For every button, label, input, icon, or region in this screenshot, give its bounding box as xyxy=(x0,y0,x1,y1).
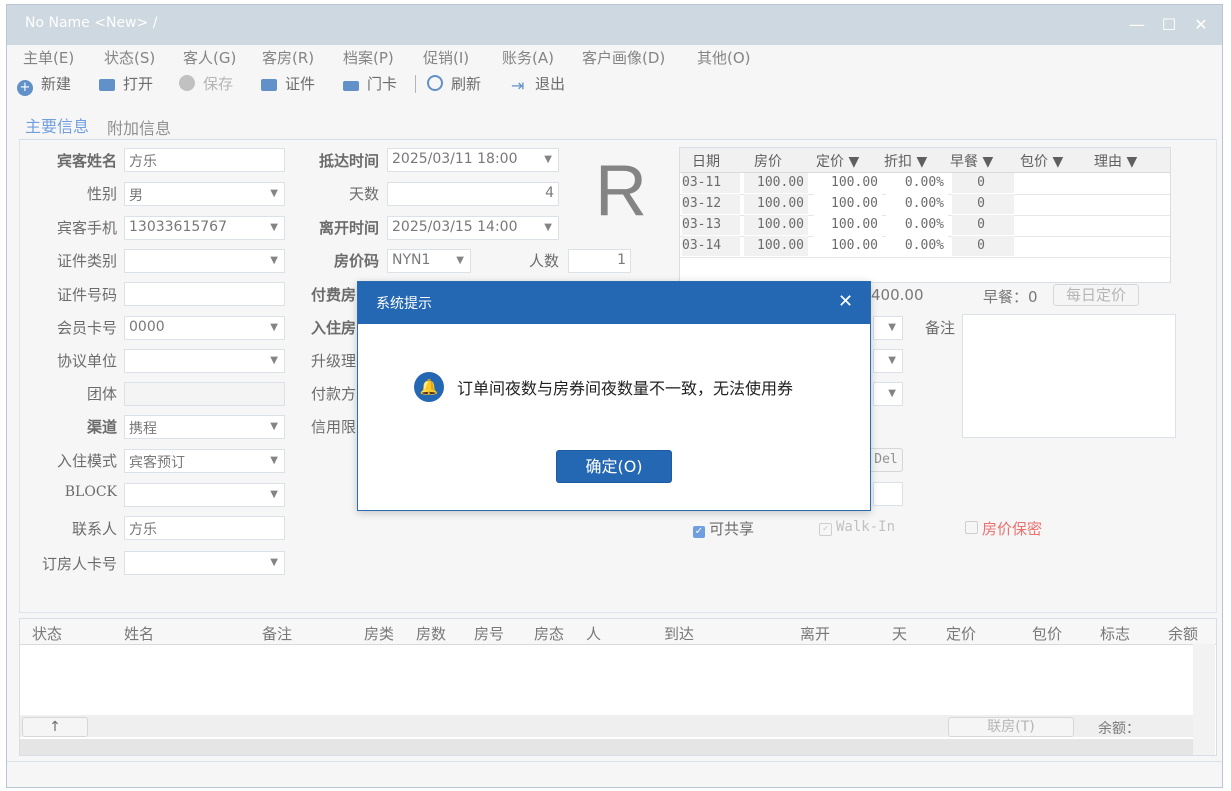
dialog-header: 系统提示 ✕ xyxy=(358,282,870,324)
dialog-title: 系统提示 xyxy=(376,296,432,312)
ok-button[interactable]: 确定(O) xyxy=(556,450,672,483)
dialog-close-icon[interactable]: ✕ xyxy=(838,291,853,312)
dialog-message: 订单间夜数与房券间夜数量不一致，无法使用券 xyxy=(457,379,794,398)
bell-icon: 🔔 xyxy=(414,372,444,402)
system-dialog: 系统提示 ✕ 🔔 订单间夜数与房券间夜数量不一致，无法使用券 确定(O) xyxy=(357,281,871,511)
